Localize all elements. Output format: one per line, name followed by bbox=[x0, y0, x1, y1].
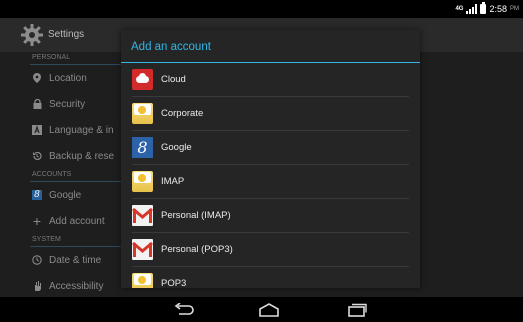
google-icon: 8 bbox=[132, 137, 153, 158]
settings-item-label: Add account bbox=[49, 215, 105, 227]
back-icon[interactable] bbox=[174, 303, 196, 317]
account-option-label: Personal (POP3) bbox=[161, 244, 233, 255]
navigation-bar bbox=[0, 297, 523, 322]
gmail-icon bbox=[132, 205, 153, 226]
settings-gear-icon[interactable] bbox=[20, 23, 44, 47]
account-type-list: Cloud Corporate 8 Google IMAP Personal (… bbox=[121, 63, 420, 288]
account-option-imap[interactable]: IMAP bbox=[132, 165, 409, 199]
plus-icon: + bbox=[32, 213, 42, 229]
account-option-label: POP3 bbox=[161, 278, 187, 288]
account-option-label: IMAP bbox=[161, 176, 185, 187]
network-type-icon: 4G bbox=[455, 6, 464, 12]
clock-icon bbox=[32, 255, 42, 265]
signal-icon bbox=[466, 4, 478, 14]
backup-restore-icon bbox=[32, 151, 42, 161]
home-icon[interactable] bbox=[258, 303, 280, 317]
settings-item-label: Google bbox=[49, 189, 82, 201]
account-option-label: Cloud bbox=[161, 74, 186, 85]
language-keyboard-icon bbox=[32, 125, 42, 135]
status-bar: 4G 2:58 PM bbox=[0, 0, 523, 18]
account-option-personal-pop3[interactable]: Personal (POP3) bbox=[132, 233, 409, 267]
settings-title: Settings bbox=[48, 29, 85, 40]
settings-item-label: Language & in bbox=[49, 124, 114, 136]
dialog-title: Add an account bbox=[121, 30, 420, 63]
account-option-label: Google bbox=[161, 142, 192, 153]
pop3-mail-icon bbox=[132, 273, 153, 288]
imap-mail-icon bbox=[132, 171, 153, 192]
account-option-google[interactable]: 8 Google bbox=[132, 131, 409, 165]
status-indicators: 4G 2:58 PM bbox=[455, 2, 519, 16]
settings-item-label: Date & time bbox=[49, 254, 102, 266]
account-option-label: Personal (IMAP) bbox=[161, 210, 231, 221]
battery-icon bbox=[480, 2, 487, 14]
corporate-mail-icon bbox=[132, 103, 153, 124]
settings-item-label: Location bbox=[49, 72, 87, 84]
add-account-dialog: Add an account Cloud Corporate 8 Google … bbox=[121, 30, 420, 288]
account-option-corporate[interactable]: Corporate bbox=[132, 97, 409, 131]
settings-item-label: Security bbox=[49, 98, 86, 110]
hand-icon bbox=[32, 281, 42, 291]
gmail-icon bbox=[132, 239, 153, 260]
lock-icon bbox=[32, 99, 42, 109]
location-pin-icon bbox=[32, 73, 42, 83]
cloud-icon bbox=[132, 69, 153, 90]
google-icon: 8 bbox=[32, 190, 42, 200]
recent-apps-icon[interactable] bbox=[346, 303, 368, 317]
settings-item-label: Backup & rese bbox=[49, 150, 115, 162]
account-option-pop3[interactable]: POP3 bbox=[132, 267, 409, 288]
account-option-cloud[interactable]: Cloud bbox=[132, 63, 409, 97]
account-option-label: Corporate bbox=[161, 108, 204, 119]
clock-ampm: PM bbox=[510, 6, 519, 12]
account-option-personal-imap[interactable]: Personal (IMAP) bbox=[132, 199, 409, 233]
clock: 2:58 bbox=[489, 4, 507, 14]
settings-item-label: Accessibility bbox=[49, 280, 104, 292]
